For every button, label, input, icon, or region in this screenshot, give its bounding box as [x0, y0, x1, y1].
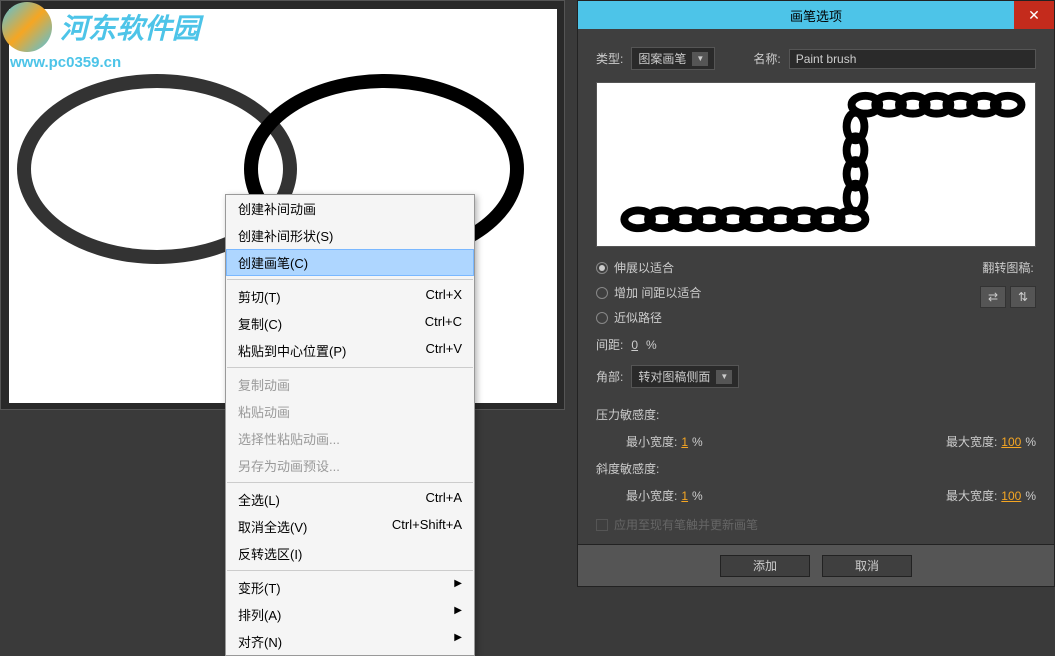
menu-save-animation-preset: 另存为动画预设... [226, 452, 474, 479]
add-button[interactable]: 添加 [720, 555, 810, 577]
min-width-label: 最小宽度: [626, 433, 677, 450]
tilt-max-width-value[interactable]: 100 [1001, 489, 1021, 503]
brush-preview [596, 82, 1036, 247]
close-button[interactable]: ✕ [1014, 1, 1054, 29]
pressure-max-width-value[interactable]: 100 [1001, 435, 1021, 449]
watermark-url: www.pc0359.cn [10, 54, 200, 71]
menu-invert-selection[interactable]: 反转选区(I) [226, 540, 474, 567]
pressure-min-width-value[interactable]: 1 [681, 435, 688, 449]
tilt-title: 斜度敏感度: [596, 460, 1036, 477]
flip-v-icon: ⇅ [1018, 290, 1028, 304]
menu-align[interactable]: 对齐(N)▶ [226, 628, 474, 655]
type-select[interactable]: 图案画笔 ▼ [631, 47, 715, 70]
menu-arrange[interactable]: 排列(A)▶ [226, 601, 474, 628]
radio-approx[interactable]: 近似路径 [596, 309, 701, 326]
menu-create-tween-animation[interactable]: 创建补间动画 [226, 195, 474, 222]
radio-icon [596, 312, 608, 324]
radio-icon [596, 262, 608, 274]
name-label: 名称: [753, 50, 780, 67]
radio-stretch[interactable]: 伸展以适合 [596, 259, 701, 276]
pressure-title: 压力敏感度: [596, 406, 1036, 423]
apply-checkbox [596, 519, 608, 531]
chevron-down-icon: ▼ [692, 52, 708, 66]
type-label: 类型: [596, 50, 623, 67]
watermark: 河东软件园 www.pc0359.cn [2, 2, 200, 71]
tilt-min-width-value[interactable]: 1 [681, 489, 688, 503]
menu-paste-animation: 粘贴动画 [226, 398, 474, 425]
menu-copy-animation: 复制动画 [226, 371, 474, 398]
max-width-label: 最大宽度: [946, 433, 997, 450]
close-icon: ✕ [1028, 7, 1040, 24]
menu-create-tween-shape[interactable]: 创建补间形状(S) [226, 222, 474, 249]
flip-h-icon: ⇄ [988, 290, 998, 304]
menu-separator [227, 570, 473, 571]
dialog-footer: 添加 取消 [578, 544, 1054, 586]
apply-checkbox-row: 应用至现有笔触并更新画笔 [596, 516, 1036, 533]
radio-icon [596, 287, 608, 299]
gap-label: 间距: [596, 336, 623, 353]
submenu-arrow-icon: ▶ [454, 578, 462, 597]
cancel-button[interactable]: 取消 [822, 555, 912, 577]
flip-label: 翻转图稿: [982, 259, 1033, 276]
submenu-arrow-icon: ▶ [454, 632, 462, 651]
tilt-min-width-label: 最小宽度: [626, 487, 677, 504]
chevron-down-icon: ▼ [716, 370, 732, 384]
tilt-max-width-label: 最大宽度: [946, 487, 997, 504]
dialog-title: 画笔选项 [790, 6, 842, 25]
menu-separator [227, 279, 473, 280]
watermark-logo-icon [2, 2, 52, 52]
submenu-arrow-icon: ▶ [454, 605, 462, 624]
menu-separator [227, 482, 473, 483]
radio-spacing[interactable]: 增加 间距以适合 [596, 284, 701, 301]
menu-transform[interactable]: 变形(T)▶ [226, 574, 474, 601]
corner-label: 角部: [596, 368, 623, 385]
menu-create-brush[interactable]: 创建画笔(C) [226, 249, 474, 276]
corner-select[interactable]: 转对图稿侧面 ▼ [631, 365, 739, 388]
menu-separator [227, 367, 473, 368]
flip-horizontal-button[interactable]: ⇄ [980, 286, 1006, 308]
menu-copy[interactable]: 复制(C)Ctrl+C [226, 310, 474, 337]
watermark-text: 河东软件园 [60, 7, 200, 47]
brush-options-dialog: 画笔选项 ✕ 类型: 图案画笔 ▼ 名称: Paint brush [577, 0, 1055, 587]
menu-paste-center[interactable]: 粘贴到中心位置(P)Ctrl+V [226, 337, 474, 364]
menu-deselect-all[interactable]: 取消全选(V)Ctrl+Shift+A [226, 513, 474, 540]
gap-value[interactable]: 0 [631, 338, 638, 352]
name-input[interactable]: Paint brush [789, 49, 1036, 69]
menu-select-all[interactable]: 全选(L)Ctrl+A [226, 486, 474, 513]
flip-vertical-button[interactable]: ⇅ [1010, 286, 1036, 308]
menu-paste-special-animation: 选择性粘贴动画... [226, 425, 474, 452]
dialog-titlebar[interactable]: 画笔选项 ✕ [578, 1, 1054, 29]
menu-cut[interactable]: 剪切(T)Ctrl+X [226, 283, 474, 310]
